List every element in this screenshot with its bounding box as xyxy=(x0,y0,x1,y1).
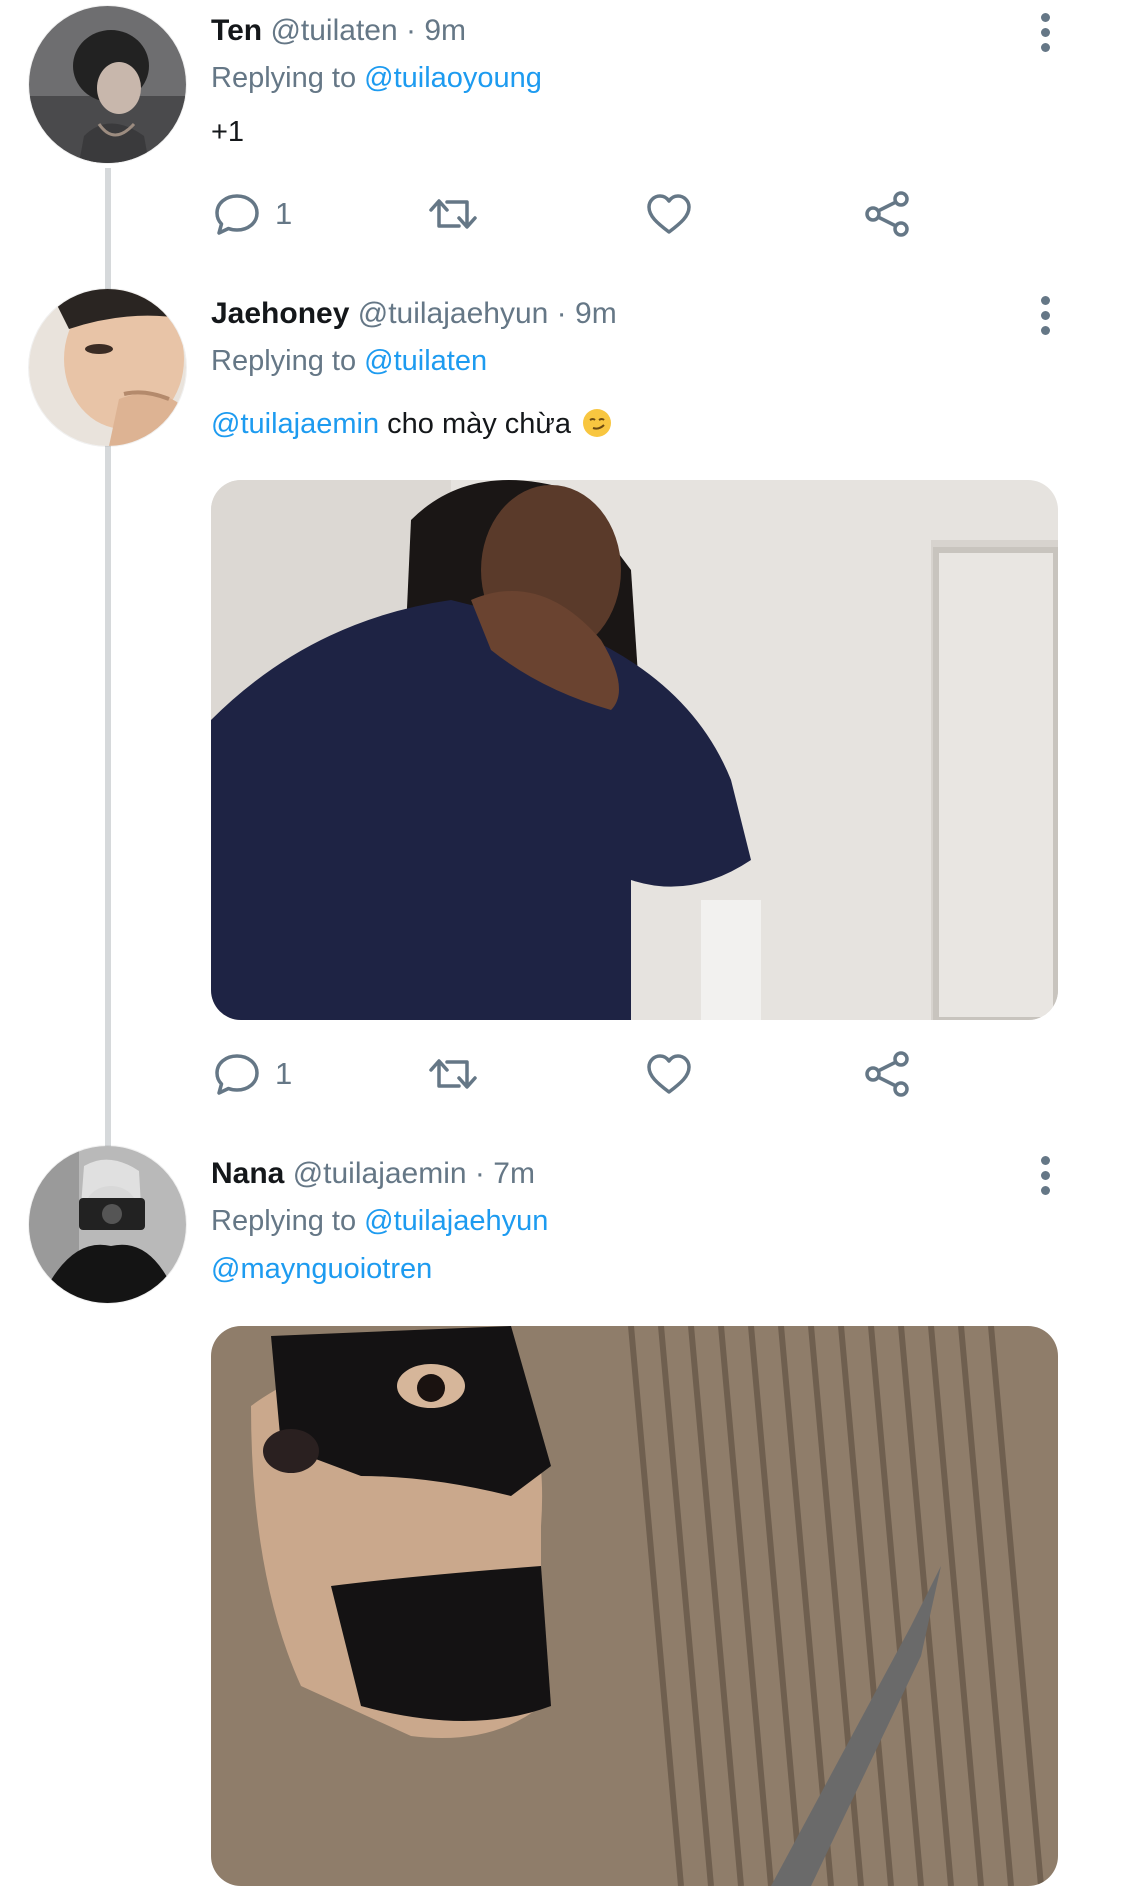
reply-button[interactable]: 1 xyxy=(211,1048,292,1104)
replying-to-label: Replying to xyxy=(211,1205,357,1237)
tweet[interactable]: Jaehoney @tuilajaehyun · 9m Replying to … xyxy=(0,270,1125,1130)
retweet-button[interactable] xyxy=(427,188,479,244)
display-name[interactable]: Jaehoney xyxy=(211,297,349,330)
timestamp[interactable]: 9m xyxy=(424,14,466,47)
action-bar: 1 xyxy=(211,188,931,244)
reply-icon xyxy=(215,1054,259,1095)
share-button[interactable] xyxy=(861,188,913,244)
avatar[interactable] xyxy=(29,6,186,163)
tweet[interactable]: Nana @tuilajaemin · 7m Replying to @tuil… xyxy=(0,1130,1125,1886)
reply-icon xyxy=(215,194,259,235)
more-options-icon[interactable] xyxy=(1030,10,1060,60)
replying-to-mention[interactable]: @tuilaten xyxy=(364,345,487,377)
reply-count: 1 xyxy=(275,1056,293,1091)
handle[interactable]: @tuilajaemin xyxy=(293,1157,467,1190)
separator-dot: · xyxy=(556,297,567,330)
share-button[interactable] xyxy=(861,1048,913,1104)
more-options-icon[interactable] xyxy=(1030,1153,1060,1203)
handle[interactable]: @tuilajaehyun xyxy=(358,297,549,330)
replying-to: Replying to @tuilaoyoung xyxy=(211,60,542,96)
replying-to-mention[interactable]: @tuilaoyoung xyxy=(364,62,542,94)
display-name[interactable]: Nana xyxy=(211,1157,284,1190)
replying-to: Replying to @tuilajaehyun xyxy=(211,1203,548,1239)
reply-button[interactable]: 1 xyxy=(211,188,292,244)
heart-icon xyxy=(647,1054,691,1094)
separator-dot: · xyxy=(406,14,416,47)
tweet-media-image[interactable] xyxy=(211,480,1058,1020)
replying-to: Replying to @tuilaten xyxy=(211,343,487,379)
tweet-text: +1 xyxy=(211,116,245,148)
action-bar: 1 xyxy=(211,1048,931,1104)
tweet-text: @tuilajaemin cho mày chừa xyxy=(211,406,612,442)
timestamp[interactable]: 9m xyxy=(575,297,617,330)
retweet-button[interactable] xyxy=(427,1048,479,1104)
tweet-header: Ten @tuilaten · 9m xyxy=(211,13,466,49)
replying-to-mention[interactable]: @tuilajaehyun xyxy=(364,1205,548,1237)
reply-count: 1 xyxy=(275,196,293,231)
tweet-header: Nana @tuilajaemin · 7m xyxy=(211,1156,535,1192)
tweet-text: @maynguoiotren xyxy=(211,1251,432,1287)
like-button[interactable] xyxy=(643,1048,695,1104)
avatar[interactable] xyxy=(29,1146,186,1303)
retweet-icon xyxy=(429,1059,477,1089)
replying-to-label: Replying to xyxy=(211,62,357,94)
display-name[interactable]: Ten xyxy=(211,14,262,47)
like-button[interactable] xyxy=(643,188,695,244)
more-options-icon[interactable] xyxy=(1030,293,1060,343)
retweet-icon xyxy=(429,199,477,229)
replying-to-label: Replying to xyxy=(211,345,357,377)
handle[interactable]: @tuilaten xyxy=(270,14,397,47)
heart-icon xyxy=(647,194,691,234)
tweet-mention[interactable]: @maynguoiotren xyxy=(211,1253,432,1285)
tweet-header: Jaehoney @tuilajaehyun · 9m xyxy=(211,296,617,332)
tweet-mention[interactable]: @tuilajaemin xyxy=(211,408,379,440)
tweet-media-image[interactable] xyxy=(211,1326,1058,1886)
timestamp[interactable]: 7m xyxy=(493,1157,535,1190)
tweet[interactable]: Ten @tuilaten · 9m Replying to @tuilaoyo… xyxy=(0,0,1125,260)
share-icon xyxy=(865,191,909,237)
tweet-body: cho mày chừa xyxy=(387,408,571,440)
separator-dot: · xyxy=(474,1157,485,1190)
share-icon xyxy=(865,1051,909,1097)
smirking-face-emoji xyxy=(583,409,612,437)
avatar[interactable] xyxy=(29,289,186,446)
